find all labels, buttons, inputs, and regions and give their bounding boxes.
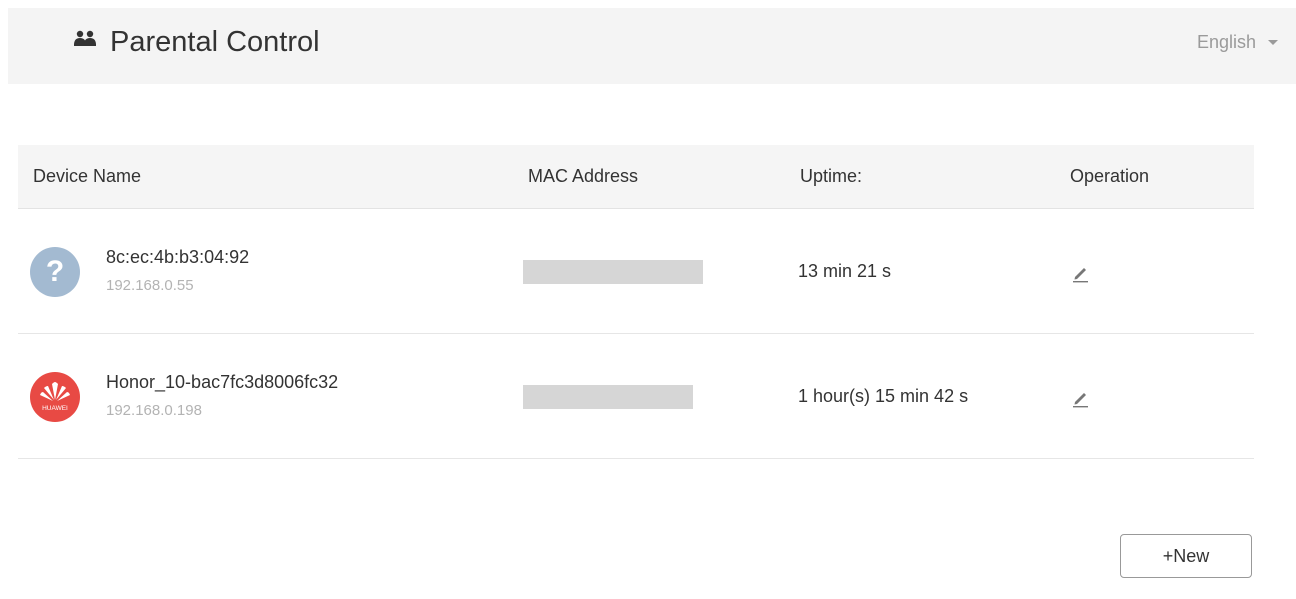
- table-header: Device Name MAC Address Uptime: Operatio…: [18, 145, 1254, 209]
- mac-address-redacted: [523, 385, 693, 409]
- column-device-name: Device Name: [33, 166, 142, 186]
- language-label: English: [1196, 32, 1256, 52]
- page-title: Parental Control: [110, 26, 320, 58]
- new-button[interactable]: +New: [1120, 534, 1252, 578]
- column-operation: Operation: [1070, 166, 1150, 186]
- huawei-logo-icon: HUAWEI: [30, 372, 80, 422]
- unknown-device-icon: ?: [30, 247, 80, 297]
- device-name: 8c:ec:4b:b3:04:92: [106, 247, 250, 267]
- chevron-down-icon: [1268, 39, 1278, 45]
- column-uptime: Uptime:: [800, 166, 863, 186]
- edit-icon[interactable]: [1071, 263, 1091, 283]
- mac-address-redacted: [523, 260, 703, 284]
- device-ip: 192.168.0.198: [106, 402, 202, 419]
- device-uptime: 13 min 21 s: [798, 261, 892, 281]
- table-row: ? 8c:ec:4b:b3:04:92 192.168.0.55 13 min …: [18, 209, 1254, 334]
- page-edge: [0, 0, 8, 599]
- column-mac-address: MAC Address: [528, 166, 639, 186]
- svg-text:HUAWEI: HUAWEI: [42, 405, 68, 412]
- device-name: Honor_10-bac7fc3d8006fc32: [106, 372, 339, 392]
- device-ip: 192.168.0.55: [106, 277, 194, 294]
- table-row: HUAWEI Honor_10-bac7fc3d8006fc32 192.168…: [18, 334, 1254, 459]
- page-header: Parental Control English: [8, 8, 1296, 84]
- language-selector[interactable]: English: [1197, 30, 1278, 54]
- parental-control-icon: [74, 30, 96, 46]
- edit-icon[interactable]: [1071, 388, 1091, 408]
- device-table: Device Name MAC Address Uptime: Operatio…: [18, 145, 1254, 459]
- device-uptime: 1 hour(s) 15 min 42 s: [798, 386, 969, 406]
